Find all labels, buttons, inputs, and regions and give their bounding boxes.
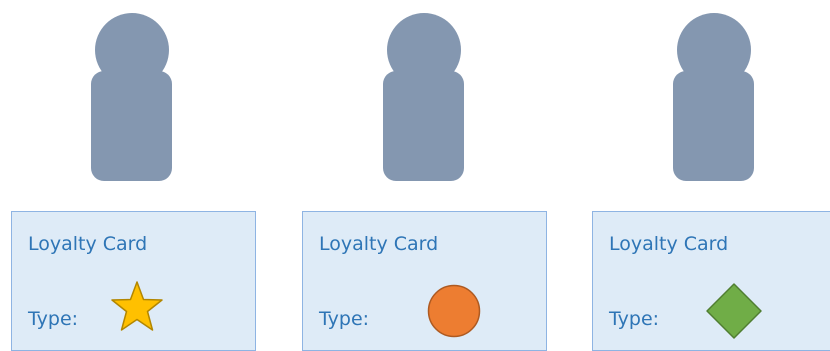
card-type-label: Type: (609, 308, 660, 330)
card-title: Loyalty Card (28, 233, 148, 255)
card-title: Loyalty Card (609, 233, 729, 255)
loyalty-card: Loyalty Card Type: (592, 211, 830, 351)
person-icon (87, 0, 177, 185)
card-type-label: Type: (319, 308, 370, 330)
person-icon (669, 0, 759, 185)
loyalty-card: Loyalty Card Type: (302, 211, 547, 351)
person-body (383, 71, 464, 181)
person-body (673, 71, 754, 181)
person-icon (379, 0, 469, 185)
circle-icon (426, 283, 482, 339)
loyalty-card: Loyalty Card Type: (11, 211, 256, 351)
card-type-label: Type: (28, 308, 79, 330)
card-title: Loyalty Card (319, 233, 439, 255)
star-icon (109, 279, 165, 335)
person-body (91, 71, 172, 181)
diamond-icon (704, 281, 764, 341)
